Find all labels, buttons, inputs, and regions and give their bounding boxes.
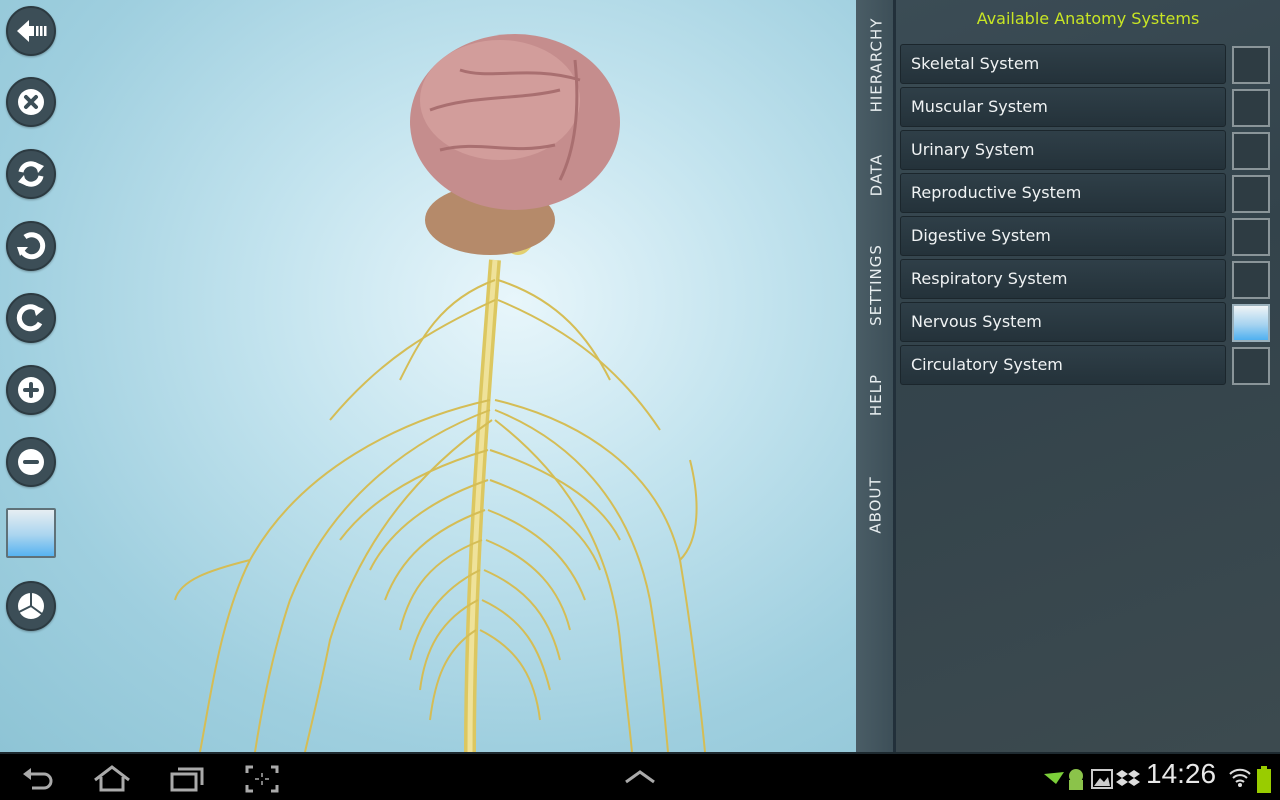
app-window: HIERARCHY DATA SETTINGS HELP ABOUT Avail… (0, 0, 1280, 752)
system-checkbox[interactable] (1232, 347, 1270, 385)
screenshot-icon[interactable] (244, 764, 280, 794)
system-row[interactable]: Muscular System (900, 87, 1276, 127)
system-row[interactable]: Skeletal System (900, 44, 1276, 84)
system-checkbox[interactable] (1232, 132, 1270, 170)
system-nav-bar (0, 752, 1280, 800)
dropbox-icon (1116, 770, 1140, 786)
system-row[interactable]: Nervous System (900, 302, 1276, 342)
system-row[interactable]: Circulatory System (900, 345, 1276, 385)
system-row[interactable]: Reproductive System (900, 173, 1276, 213)
system-label[interactable]: Circulatory System (900, 345, 1226, 385)
tab-hierarchy[interactable]: HIERARCHY (856, 0, 896, 130)
system-label[interactable]: Muscular System (900, 87, 1226, 127)
home-icon[interactable] (92, 764, 132, 794)
tab-settings[interactable]: SETTINGS (856, 220, 896, 350)
system-checkbox[interactable] (1232, 46, 1270, 84)
zoom-in-button[interactable] (6, 365, 56, 415)
system-row[interactable]: Respiratory System (900, 259, 1276, 299)
back-arrow-icon (17, 20, 47, 42)
gallery-icon (1091, 769, 1113, 789)
pie-view-button[interactable] (6, 581, 56, 631)
refresh-icon (18, 161, 44, 187)
system-checkbox[interactable] (1232, 175, 1270, 213)
recent-apps-icon[interactable] (168, 764, 208, 794)
zoom-in-icon (18, 377, 44, 403)
tab-about[interactable]: ABOUT (856, 450, 896, 560)
rotate-right-button[interactable] (6, 293, 56, 343)
tab-help[interactable]: HELP (856, 350, 896, 440)
system-checkbox[interactable] (1232, 218, 1270, 256)
close-icon (18, 89, 44, 115)
rotate-left-button[interactable] (6, 221, 56, 271)
nerve-network (174, 259, 706, 752)
rotate-ccw-icon (17, 232, 46, 260)
back-button[interactable] (6, 6, 56, 56)
zoom-out-button[interactable] (6, 437, 56, 487)
back-icon[interactable] (20, 764, 56, 794)
rotate-cw-icon (16, 304, 44, 332)
system-label[interactable]: Digestive System (900, 216, 1226, 256)
system-label[interactable]: Skeletal System (900, 44, 1226, 84)
system-checkbox[interactable] (1232, 304, 1270, 342)
brain (410, 34, 620, 255)
battery-icon (1257, 766, 1271, 793)
system-label[interactable]: Urinary System (900, 130, 1226, 170)
system-label[interactable]: Reproductive System (900, 173, 1226, 213)
system-checkbox[interactable] (1232, 89, 1270, 127)
tab-data[interactable]: DATA (856, 130, 896, 220)
notification-icons (1044, 769, 1083, 790)
color-swatch-button[interactable] (6, 508, 56, 558)
system-row[interactable]: Urinary System (900, 130, 1276, 170)
zoom-out-icon (18, 449, 44, 475)
wifi-icon (1229, 768, 1251, 787)
system-label[interactable]: Respiratory System (900, 259, 1226, 299)
chevron-up-icon[interactable] (622, 764, 658, 788)
close-button[interactable] (6, 77, 56, 127)
side-tab-strip: HIERARCHY DATA SETTINGS HELP ABOUT (856, 0, 896, 752)
status-clock: 14:26 (1146, 758, 1217, 789)
pie-chart-icon (18, 593, 44, 619)
system-row[interactable]: Digestive System (900, 216, 1276, 256)
anatomy-model[interactable] (0, 0, 856, 752)
reset-view-button[interactable] (6, 149, 56, 199)
system-checkbox[interactable] (1232, 261, 1270, 299)
panel-title: Available Anatomy Systems (976, 9, 1200, 28)
system-label[interactable]: Nervous System (900, 302, 1226, 342)
3d-viewport[interactable] (0, 0, 856, 752)
systems-panel: Available Anatomy Systems Skeletal Syste… (896, 0, 1280, 752)
